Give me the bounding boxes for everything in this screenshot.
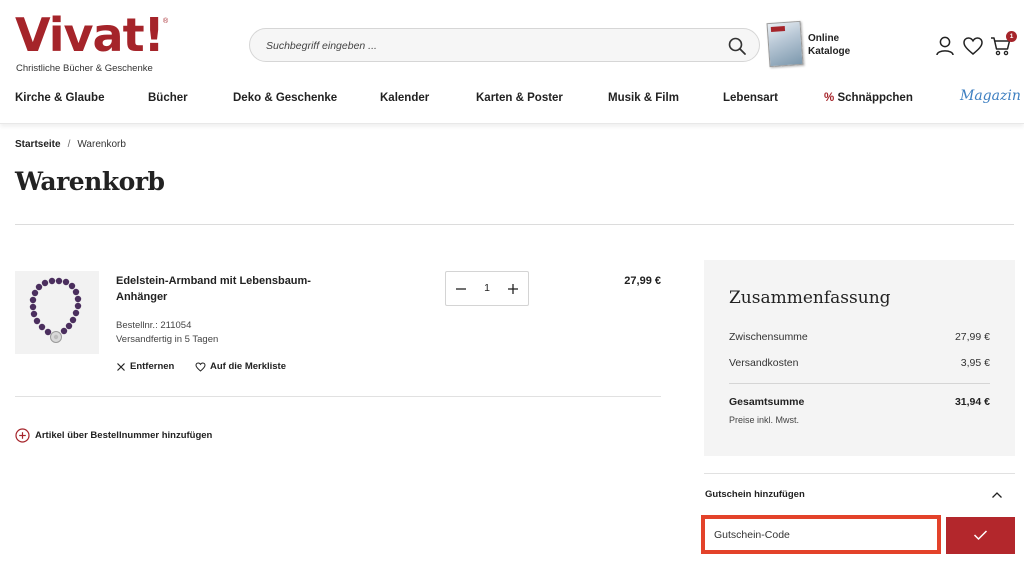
- close-icon: [117, 362, 125, 371]
- remove-button[interactable]: Entfernen: [116, 361, 174, 372]
- nav-item-schnaeppchen-label: Schnäppchen: [837, 92, 913, 104]
- tax-note: Preise inkl. Mwst.: [729, 415, 800, 425]
- shipping-time: Versandfertig in 5 Tagen: [116, 334, 219, 345]
- plus-icon[interactable]: [505, 281, 521, 297]
- breadcrumb-separator: /: [67, 139, 71, 150]
- brand-logo[interactable]: Vivat! ® Christliche Bücher & Geschenke: [15, 8, 168, 74]
- remove-label: Entfernen: [130, 361, 175, 372]
- nav-item-karten-poster[interactable]: Karten & Poster: [476, 90, 563, 106]
- search-input[interactable]: [266, 37, 706, 55]
- divider: [15, 396, 661, 397]
- shipping-value: 3,95 €: [960, 357, 990, 369]
- registered-mark: ®: [163, 18, 169, 25]
- search-icon[interactable]: [727, 36, 747, 56]
- nav-item-kalender[interactable]: Kalender: [380, 90, 429, 106]
- catalog-cover-image: [766, 20, 804, 68]
- bracelet-image: [29, 277, 82, 343]
- minus-icon[interactable]: [453, 281, 469, 297]
- subtotal-label: Zwischensumme: [729, 331, 808, 343]
- divider: [729, 383, 990, 384]
- plus-circle-icon: [15, 428, 30, 443]
- wishlist-label: Auf die Merkliste: [209, 361, 287, 372]
- add-to-wishlist-button[interactable]: Auf die Merkliste: [195, 361, 286, 372]
- nav-item-lebensart[interactable]: Lebensart: [723, 90, 778, 106]
- quantity-value[interactable]: 1: [474, 282, 500, 294]
- logo-wordmark: Vivat!: [15, 8, 165, 62]
- voucher-field: [701, 515, 941, 554]
- page-title: Warenkorb: [15, 167, 165, 196]
- item-price: 27,99 €: [624, 275, 661, 287]
- product-name[interactable]: Edelstein-Armband mit Lebensbaum-Anhänge…: [116, 273, 336, 305]
- site-header: Vivat! ® Christliche Bücher & Geschenke …: [0, 0, 1024, 124]
- breadcrumb-current: Warenkorb: [77, 139, 126, 150]
- nav-item-schnaeppchen[interactable]: % Schnäppchen: [824, 90, 913, 106]
- voucher-heading[interactable]: Gutschein hinzufügen: [705, 489, 805, 500]
- user-icon[interactable]: [934, 35, 956, 57]
- total-label: Gesamtsumme: [729, 396, 805, 408]
- nav-item-kirche-glaube[interactable]: Kirche & Glaube: [15, 90, 104, 106]
- cart-count-badge: 1: [1006, 31, 1017, 42]
- item-actions: Entfernen Auf die Merkliste: [116, 361, 286, 375]
- total-value: 31,94 €: [954, 396, 990, 408]
- product-meta: Bestellnr.: 211054 Versandfertig in 5 Ta…: [116, 319, 218, 347]
- divider: [15, 224, 1014, 225]
- quantity-stepper: 1: [445, 271, 529, 306]
- main-navigation: Kirche & Glaube Bücher Deko & Geschenke …: [0, 88, 1024, 108]
- nav-item-musik-film[interactable]: Musik & Film: [608, 90, 679, 106]
- chevron-up-icon[interactable]: [990, 488, 1004, 502]
- nav-item-deko-geschenke[interactable]: Deko & Geschenke: [233, 90, 337, 106]
- shipping-label: Versandkosten: [729, 357, 799, 369]
- summary-title: Zusammenfassung: [729, 288, 891, 308]
- subtotal-value: 27,99 €: [954, 331, 990, 343]
- voucher-submit-button[interactable]: [946, 517, 1015, 554]
- order-number: Bestellnr.: 211054: [116, 320, 192, 331]
- check-icon: [973, 530, 988, 541]
- search-bar: [249, 28, 760, 62]
- breadcrumb-home[interactable]: Startseite: [15, 139, 61, 150]
- logo-tagline: Christliche Bücher & Geschenke: [16, 63, 153, 74]
- divider: [704, 473, 1015, 474]
- percent-prefix: %: [824, 92, 835, 104]
- online-catalogs-link[interactable]: Online Kataloge: [766, 20, 866, 68]
- nav-item-buecher[interactable]: Bücher: [148, 90, 188, 106]
- breadcrumb: Startseite / Warenkorb: [15, 139, 126, 150]
- nav-item-magazin[interactable]: Magazin: [960, 88, 1021, 104]
- add-by-order-number-button[interactable]: Artikel über Bestellnummer hinzufügen: [15, 428, 212, 443]
- heart-icon: [195, 361, 206, 372]
- product-image[interactable]: [15, 271, 99, 354]
- voucher-code-input[interactable]: [714, 527, 924, 543]
- order-summary: Zusammenfassung Zwischensumme 27,99 € Ve…: [704, 260, 1015, 456]
- heart-icon[interactable]: [962, 35, 984, 57]
- add-by-order-number-label: Artikel über Bestellnummer hinzufügen: [35, 430, 213, 441]
- catalog-label: Online Kataloge: [808, 33, 851, 57]
